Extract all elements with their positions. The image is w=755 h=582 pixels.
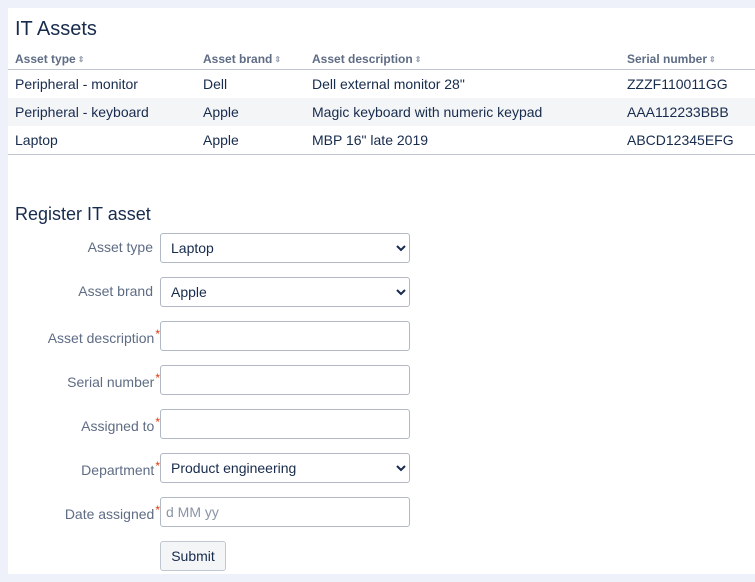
table-header-row: Asset type ⇕ Asset brand ⇕ Asset descripti… — [8, 48, 755, 70]
column-header-asset-description[interactable]: Asset description ⇕ — [305, 48, 620, 70]
column-header-asset-type[interactable]: Asset type ⇕ — [8, 48, 196, 70]
cell-serial-number: ZZZF110011GG — [627, 76, 728, 92]
cell-asset-description: Magic keyboard with numeric keypad — [305, 98, 620, 126]
cell-asset-description: MBP 16" late 2019 — [305, 126, 620, 155]
form-title: Register IT asset — [15, 204, 151, 224]
department-select[interactable]: Product engineering — [160, 453, 410, 483]
asset-type-label: Asset type — [87, 239, 153, 255]
asset-type-select[interactable]: Laptop — [160, 233, 410, 263]
sort-icon: ⇕ — [77, 54, 85, 64]
cell-asset-brand: Dell — [203, 76, 228, 92]
cell-serial-number: ABCD12345EFG — [620, 126, 755, 155]
asset-description-input[interactable] — [160, 321, 410, 351]
asset-description-row: Asset description* — [8, 321, 755, 351]
asset-brand-select[interactable]: Apple — [160, 277, 410, 307]
date-assigned-label: Date assigned* — [64, 503, 160, 522]
asset-brand-row: Asset brand Apple — [8, 277, 755, 307]
column-header-asset-brand[interactable]: Asset brand ⇕ — [196, 48, 305, 70]
table-row: Peripheral - monitor Dell Dell external … — [8, 70, 755, 99]
serial-number-label: Serial number* — [67, 371, 160, 390]
cell-asset-brand: Apple — [196, 98, 305, 126]
serial-number-input[interactable] — [160, 365, 410, 395]
asset-description-label: Asset description* — [47, 327, 160, 346]
cell-serial-number: AAA112233BBB — [620, 98, 755, 126]
assigned-to-label: Assigned to* — [81, 415, 160, 434]
assigned-to-input[interactable] — [160, 409, 410, 439]
asset-brand-label: Asset brand — [78, 283, 153, 299]
date-assigned-row: Date assigned* — [8, 497, 755, 527]
table-row: Laptop Apple MBP 16" late 2019 ABCD12345… — [8, 126, 755, 155]
cell-asset-description: Dell external monitor 28" — [312, 76, 465, 92]
cell-asset-type: Peripheral - monitor — [15, 76, 138, 92]
department-label: Department* — [81, 459, 160, 478]
page-title: IT Assets — [15, 18, 97, 40]
date-assigned-input[interactable] — [160, 497, 410, 527]
column-header-serial-number[interactable]: Serial number ⇕ — [620, 48, 755, 70]
submit-button[interactable]: Submit — [160, 541, 226, 571]
serial-number-row: Serial number* — [8, 365, 755, 395]
sort-icon: ⇕ — [709, 54, 716, 64]
department-row: Department* Product engineering — [8, 453, 755, 483]
sort-icon: ⇕ — [274, 54, 282, 64]
content-panel: IT Assets Asset type ⇕ Asset brand ⇕ Asset… — [8, 8, 755, 574]
cell-asset-type: Peripheral - keyboard — [8, 98, 196, 126]
assets-table: Asset type ⇕ Asset brand ⇕ Asset descripti… — [8, 48, 755, 155]
cell-asset-brand: Apple — [196, 126, 305, 155]
cell-asset-type: Laptop — [8, 126, 196, 155]
assigned-to-row: Assigned to* — [8, 409, 755, 439]
asset-type-row: Asset type Laptop — [8, 233, 755, 263]
table-row: Peripheral - keyboard Apple Magic keyboa… — [8, 98, 755, 126]
sort-icon: ⇕ — [414, 54, 422, 64]
